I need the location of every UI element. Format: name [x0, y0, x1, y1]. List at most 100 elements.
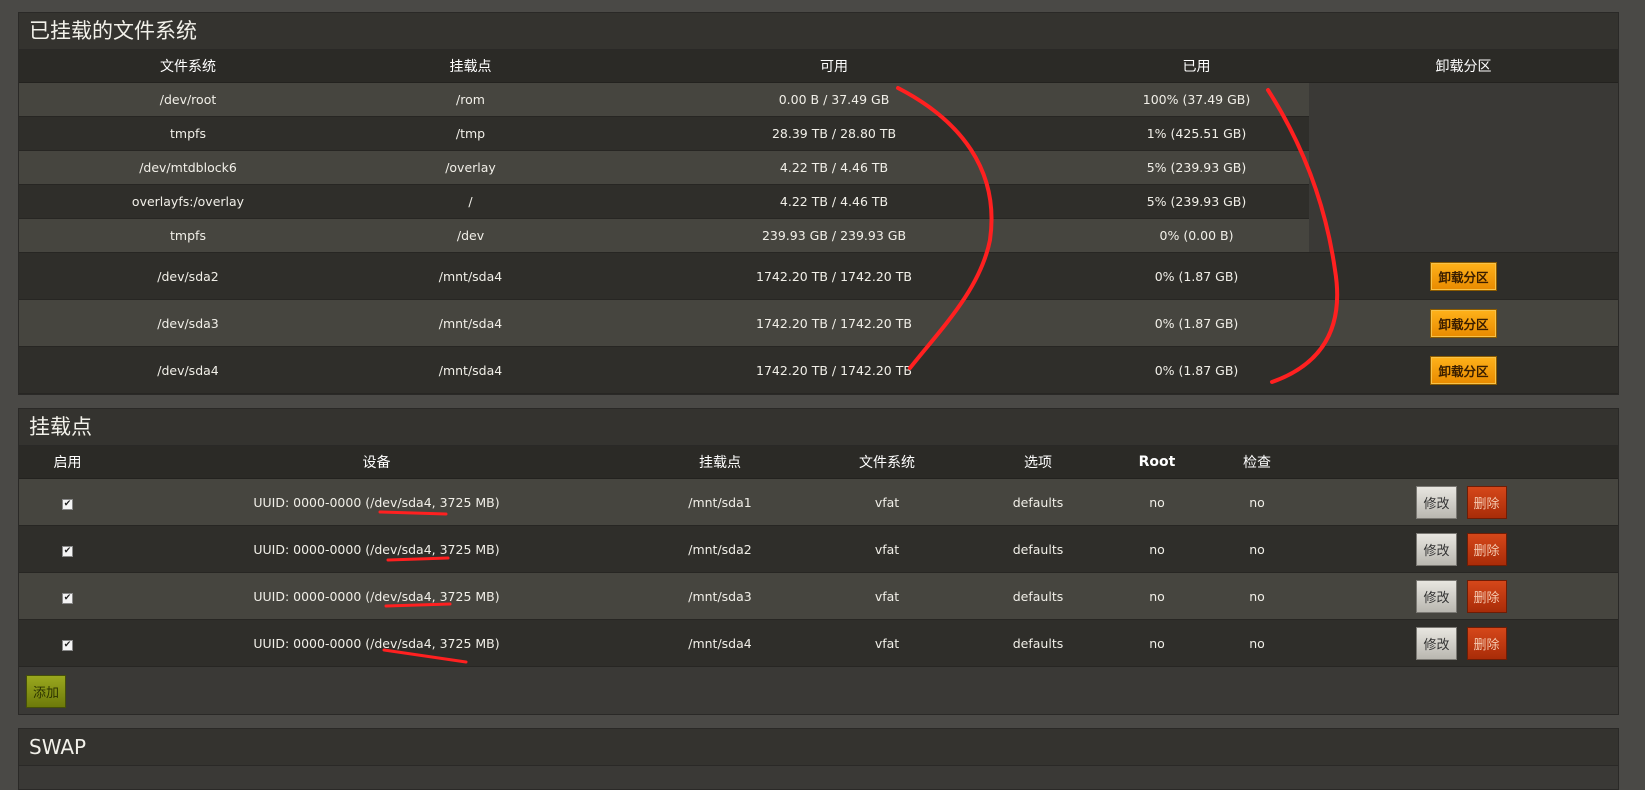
table-row: /dev/sda3 /mnt/sda4 1742.20 TB / 1742.20…: [19, 299, 1618, 347]
used-cell: 5% (239.93 GB): [1084, 150, 1309, 185]
avail-cell: 0.00 B / 37.49 GB: [584, 82, 1084, 117]
device-path: /dev/sda4: [370, 541, 432, 557]
header-unmount: 卸载分区: [1309, 50, 1618, 83]
header-enabled: 启用: [19, 446, 116, 479]
mount-cell: /mnt/sda4: [357, 346, 584, 394]
enabled-checkbox[interactable]: ✔: [62, 546, 73, 557]
used-cell: 0% (0.00 B): [1084, 218, 1309, 253]
edit-button[interactable]: 修改: [1416, 532, 1457, 566]
avail-cell: 239.93 GB / 239.93 GB: [584, 218, 1084, 253]
delete-button[interactable]: 删除: [1466, 485, 1507, 519]
device-prefix: UUID: 0000-0000 (: [253, 541, 371, 557]
header-actions: [1305, 446, 1618, 479]
device-cell: UUID: 0000-0000 (/dev/sda4, 3725 MB): [116, 525, 637, 573]
mounted-fs-title: 已挂载的文件系统: [19, 13, 1618, 50]
mount-cell: /dev: [357, 218, 584, 253]
unmount-button[interactable]: 卸载分区: [1430, 261, 1497, 291]
fs-cell: tmpfs: [19, 116, 357, 151]
header-used: 已用: [1084, 50, 1309, 83]
device-path: /dev/sda4: [370, 635, 432, 651]
action-cell: 卸载分区: [1309, 252, 1618, 300]
mount-cell: /mnt/sda4: [357, 252, 584, 300]
device-cell: UUID: 0000-0000 (/dev/sda4, 3725 MB): [116, 619, 637, 667]
header-filesystem: 文件系统: [803, 446, 971, 479]
table-row: /dev/sda4 /mnt/sda4 1742.20 TB / 1742.20…: [19, 346, 1618, 394]
delete-button[interactable]: 删除: [1466, 579, 1507, 613]
options-cell: defaults: [971, 478, 1105, 526]
used-cell: 0% (1.87 GB): [1084, 299, 1309, 347]
avail-cell: 1742.20 TB / 1742.20 TB: [584, 346, 1084, 394]
check-cell: no: [1209, 572, 1305, 620]
mountpoints-title: 挂载点: [19, 409, 1618, 446]
fs-cell: /dev/sda3: [19, 299, 357, 347]
add-button[interactable]: 添加: [26, 675, 67, 708]
enabled-checkbox[interactable]: ✔: [62, 640, 73, 651]
used-cell: 5% (239.93 GB): [1084, 184, 1309, 219]
header-mountpoint: 挂载点: [637, 446, 803, 479]
enabled-cell: ✔: [19, 619, 116, 667]
header-filesystem: 文件系统: [19, 50, 357, 83]
root-cell: no: [1105, 619, 1209, 667]
enabled-checkbox[interactable]: ✔: [62, 593, 73, 604]
header-root: Root: [1105, 446, 1209, 479]
mount-cell: /mnt/sda4: [637, 619, 803, 667]
mountpoints-table: 启用 设备 挂载点 文件系统 选项 Root 检查 ✔ UUID: 0000-0…: [19, 446, 1618, 667]
header-options: 选项: [971, 446, 1105, 479]
avail-cell: 4.22 TB / 4.46 TB: [584, 184, 1084, 219]
actions-cell: 修改 删除: [1305, 525, 1618, 573]
options-cell: defaults: [971, 525, 1105, 573]
edit-button[interactable]: 修改: [1416, 579, 1457, 613]
header-mountpoint: 挂载点: [357, 50, 584, 83]
mount-cell: /overlay: [357, 150, 584, 185]
device-path: /dev/sda4: [370, 588, 432, 604]
header-available: 可用: [584, 50, 1084, 83]
table-row: ✔ UUID: 0000-0000 (/dev/sda4, 3725 MB) /…: [19, 619, 1618, 667]
mount-cell: /mnt/sda3: [637, 572, 803, 620]
swap-title: SWAP: [19, 729, 1618, 766]
check-cell: no: [1209, 619, 1305, 667]
mount-cell: /mnt/sda2: [637, 525, 803, 573]
fs-cell: overlayfs:/overlay: [19, 184, 357, 219]
device-suffix: , 3725 MB): [431, 588, 500, 604]
unmount-button[interactable]: 卸载分区: [1430, 308, 1497, 338]
avail-cell: 28.39 TB / 28.80 TB: [584, 116, 1084, 151]
device-prefix: UUID: 0000-0000 (: [253, 588, 371, 604]
table-row: ✔ UUID: 0000-0000 (/dev/sda4, 3725 MB) /…: [19, 572, 1618, 620]
root-cell: no: [1105, 572, 1209, 620]
edit-button[interactable]: 修改: [1416, 626, 1457, 660]
root-cell: no: [1105, 478, 1209, 526]
mountpoints-panel: 挂载点 启用 设备 挂载点 文件系统 选项 Root 检查 ✔ UUID: 00…: [18, 408, 1619, 715]
fs-cell: vfat: [803, 525, 971, 573]
mountpoints-header-row: 启用 设备 挂载点 文件系统 选项 Root 检查: [19, 446, 1618, 479]
used-cell: 1% (425.51 GB): [1084, 116, 1309, 151]
mount-cell: /: [357, 184, 584, 219]
mount-cell: /rom: [357, 82, 584, 117]
used-cell: 0% (1.87 GB): [1084, 252, 1309, 300]
edit-button[interactable]: 修改: [1416, 485, 1457, 519]
device-cell: UUID: 0000-0000 (/dev/sda4, 3725 MB): [116, 572, 637, 620]
table-row: ✔ UUID: 0000-0000 (/dev/sda4, 3725 MB) /…: [19, 525, 1618, 573]
check-cell: no: [1209, 478, 1305, 526]
fs-cell: /dev/sda2: [19, 252, 357, 300]
device-path: /dev/sda4: [370, 494, 432, 510]
action-cell-empty: [1309, 82, 1618, 253]
actions-cell: 修改 删除: [1305, 478, 1618, 526]
avail-cell: 1742.20 TB / 1742.20 TB: [584, 299, 1084, 347]
table-row: /dev/root /rom 0.00 B / 37.49 GB 100% (3…: [19, 82, 1618, 253]
mount-cell: /mnt/sda4: [357, 299, 584, 347]
unmount-button[interactable]: 卸载分区: [1430, 355, 1497, 385]
action-cell: 卸载分区: [1309, 299, 1618, 347]
enabled-checkbox[interactable]: ✔: [62, 499, 73, 510]
delete-button[interactable]: 删除: [1466, 626, 1507, 660]
table-row: ✔ UUID: 0000-0000 (/dev/sda4, 3725 MB) /…: [19, 478, 1618, 526]
check-cell: no: [1209, 525, 1305, 573]
mounted-fs-panel: 已挂载的文件系统 文件系统 挂载点 可用 已用 卸载分区 /dev/root /…: [18, 12, 1619, 395]
fs-cell: tmpfs: [19, 218, 357, 253]
mounted-fs-table: 文件系统 挂载点 可用 已用 卸载分区 /dev/root /rom 0.00 …: [19, 50, 1618, 394]
delete-button[interactable]: 删除: [1466, 532, 1507, 566]
avail-cell: 1742.20 TB / 1742.20 TB: [584, 252, 1084, 300]
fs-cell: vfat: [803, 572, 971, 620]
table-row: /dev/sda2 /mnt/sda4 1742.20 TB / 1742.20…: [19, 252, 1618, 300]
mount-cell: /tmp: [357, 116, 584, 151]
add-row: 添加: [19, 667, 1618, 714]
